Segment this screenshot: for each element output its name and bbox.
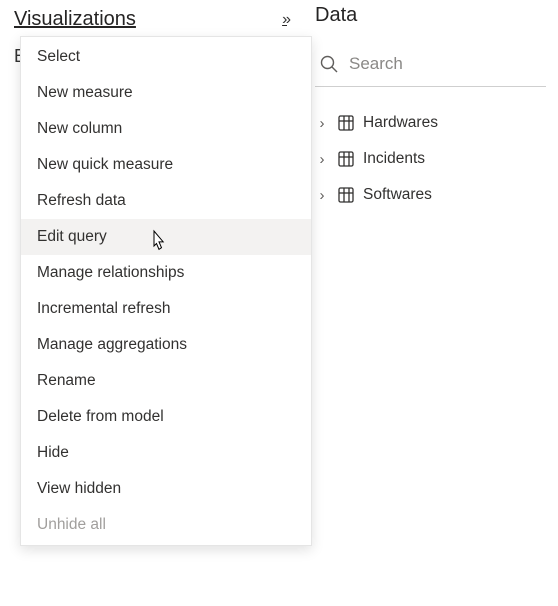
menu-item-manage-aggregations[interactable]: Manage aggregations bbox=[21, 327, 311, 363]
menu-item-refresh-data[interactable]: Refresh data bbox=[21, 183, 311, 219]
tables-list: › Hardwares › Incidents bbox=[315, 87, 558, 213]
chevron-right-icon[interactable]: › bbox=[315, 115, 329, 132]
menu-item-new-measure[interactable]: New measure bbox=[21, 75, 311, 111]
menu-item-select[interactable]: Select bbox=[21, 39, 311, 75]
table-row[interactable]: › Softwares bbox=[315, 177, 558, 213]
search-input[interactable] bbox=[349, 54, 546, 74]
menu-item-edit-query[interactable]: Edit query bbox=[21, 219, 311, 255]
menu-item-view-hidden[interactable]: View hidden bbox=[21, 471, 311, 507]
data-title: Data bbox=[315, 4, 357, 26]
pointer-cursor-icon bbox=[149, 229, 169, 253]
visualizations-title: Visualizations bbox=[14, 8, 136, 31]
chevron-right-icon[interactable]: › bbox=[315, 151, 329, 168]
table-icon bbox=[337, 114, 355, 132]
search-icon bbox=[319, 54, 339, 74]
table-row[interactable]: › Incidents bbox=[315, 141, 558, 177]
table-icon bbox=[337, 150, 355, 168]
context-menu: Select New measure New column New quick … bbox=[20, 36, 312, 546]
chevron-right-icon[interactable]: › bbox=[315, 187, 329, 204]
menu-item-incremental-refresh[interactable]: Incremental refresh bbox=[21, 291, 311, 327]
menu-item-new-quick-measure[interactable]: New quick measure bbox=[21, 147, 311, 183]
table-name: Hardwares bbox=[363, 114, 438, 132]
visualizations-pane-header[interactable]: Visualizations » bbox=[0, 0, 305, 35]
menu-item-unhide-all: Unhide all bbox=[21, 507, 311, 543]
table-name: Softwares bbox=[363, 186, 432, 204]
table-icon bbox=[337, 186, 355, 204]
menu-item-manage-relationships[interactable]: Manage relationships bbox=[21, 255, 311, 291]
table-row[interactable]: › Hardwares bbox=[315, 105, 558, 141]
menu-item-delete-from-model[interactable]: Delete from model bbox=[21, 399, 311, 435]
data-pane-header[interactable]: Data bbox=[305, 0, 558, 35]
menu-item-hide[interactable]: Hide bbox=[21, 435, 311, 471]
search-row[interactable] bbox=[315, 36, 546, 87]
menu-item-rename[interactable]: Rename bbox=[21, 363, 311, 399]
collapse-chevrons-icon[interactable]: » bbox=[282, 11, 287, 29]
menu-item-new-column[interactable]: New column bbox=[21, 111, 311, 147]
table-name: Incidents bbox=[363, 150, 425, 168]
